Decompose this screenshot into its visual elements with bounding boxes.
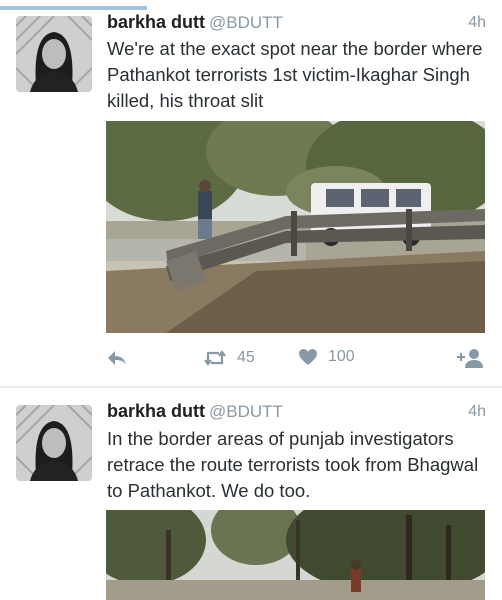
like-count: 100 [328,348,355,365]
add-user-icon [456,348,486,370]
avatar[interactable] [16,16,92,92]
tweet-text: We're at the exact spot near the border … [107,38,483,111]
user-handle[interactable]: @BDUTT [209,402,283,421]
tree-lined-road-photo [106,510,485,600]
tweet-actions: 45 100 [0,346,502,376]
display-name[interactable]: barkha dutt [107,12,205,32]
user-handle[interactable]: @BDUTT [209,13,283,32]
like-button[interactable]: 100 [298,348,355,366]
tweet[interactable]: barkha dutt @BDUTT 4h We're at the exact … [0,10,502,386]
border-road-photo [106,121,485,333]
heart-icon [298,348,318,366]
timestamp: 4h [468,14,486,31]
author-name-row[interactable]: barkha dutt @BDUTT [107,401,283,422]
follow-button[interactable] [456,348,486,370]
reply-arrow-icon [106,348,128,368]
tweet[interactable]: barkha dutt @BDUTT 4h In the border areas… [0,388,502,600]
timestamp: 4h [468,403,486,420]
tweet-photo[interactable] [106,121,485,333]
retweet-count: 45 [237,349,255,366]
avatar[interactable] [16,405,92,481]
reply-button[interactable] [106,348,128,368]
retweet-button[interactable]: 45 [203,348,255,368]
author-name-row[interactable]: barkha dutt @BDUTT [107,12,283,33]
tweet-text: In the border areas of punjab investigat… [107,428,479,501]
tweet-photo[interactable] [106,510,485,600]
retweet-icon [203,348,227,368]
display-name[interactable]: barkha dutt [107,401,205,421]
